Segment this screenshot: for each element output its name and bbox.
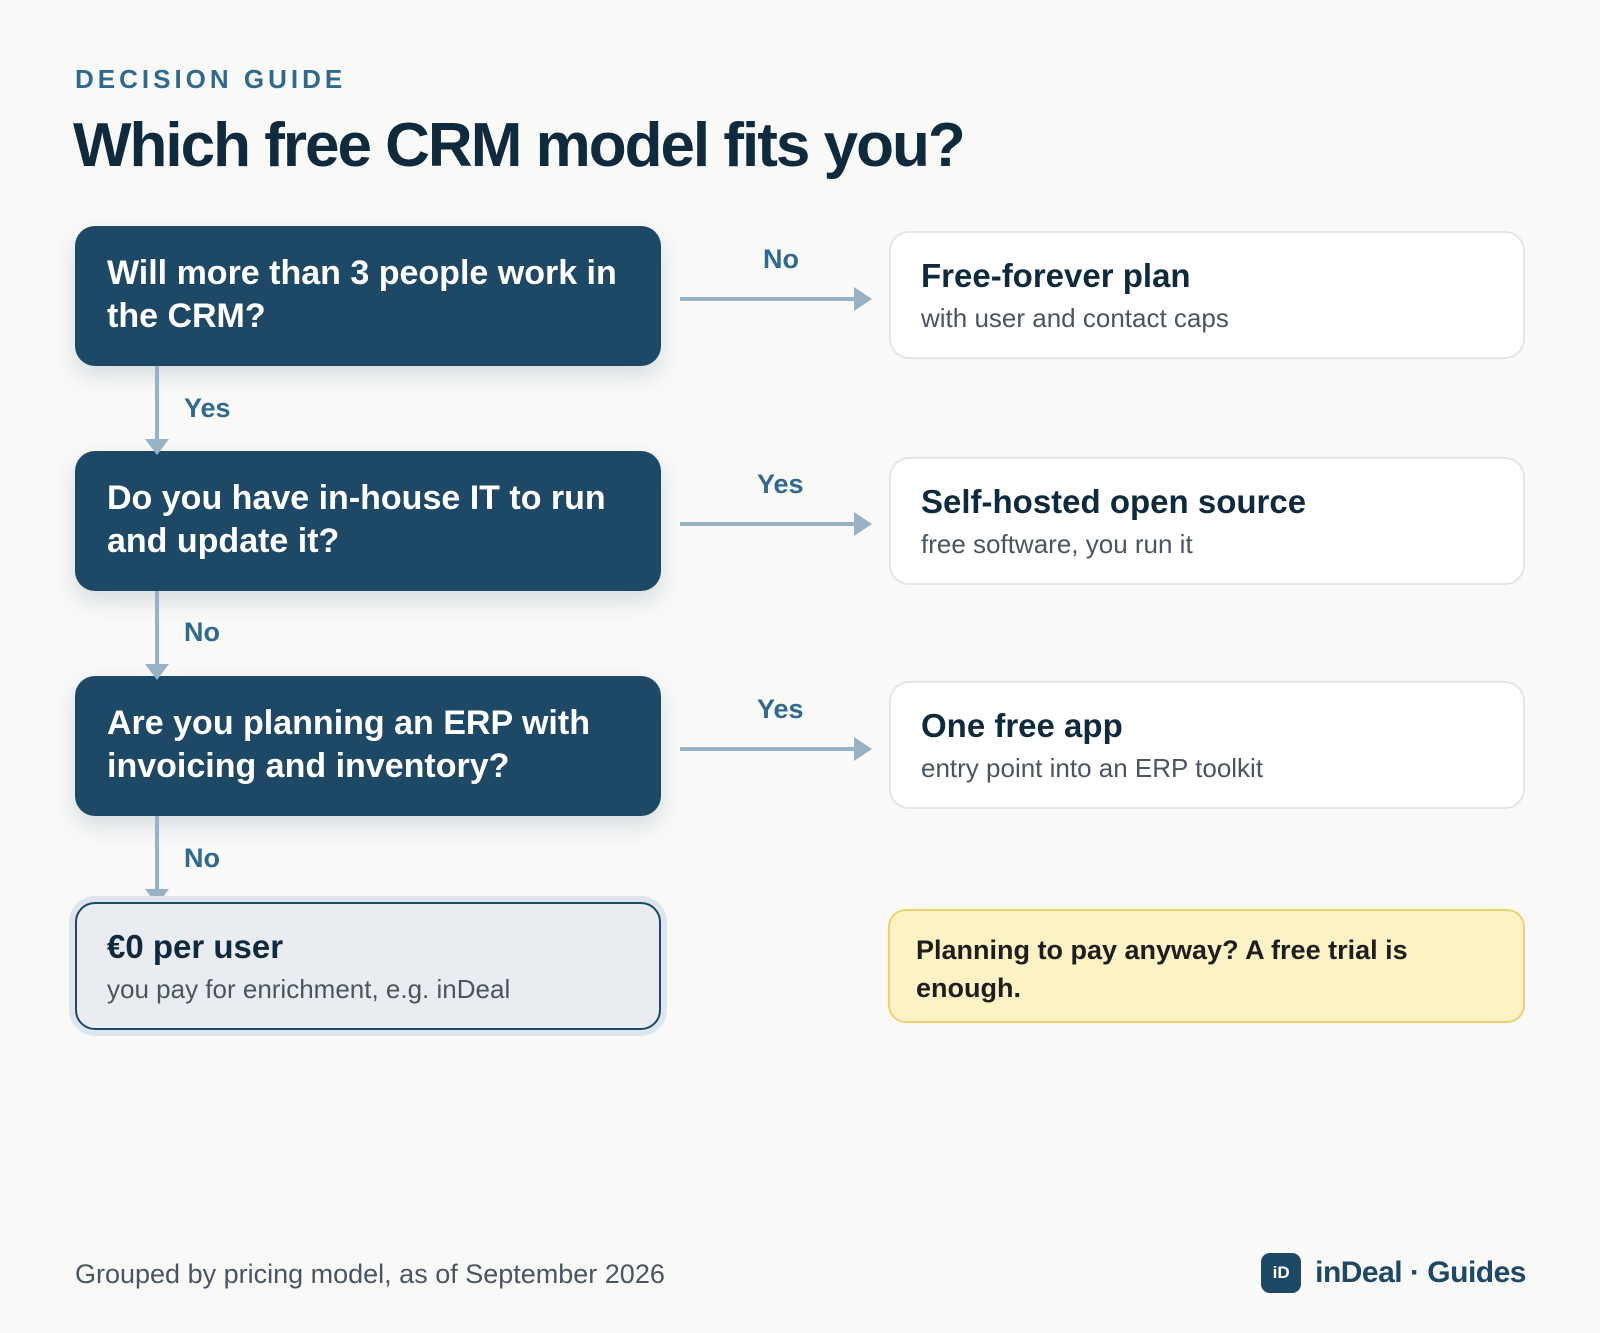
page-title: Which free CRM model fits you? (73, 111, 966, 180)
connector-q2-q3 (155, 591, 159, 664)
edge-label-q2-down: No (184, 617, 220, 647)
question-node-1: Will more than 3 people work in the CRM? (75, 226, 661, 366)
outcome-title: Self-hosted open source (921, 483, 1307, 520)
outcome-card-3: One free app entry point into an ERP too… (889, 681, 1525, 809)
question-node-2: Do you have in-house IT to run and updat… (75, 451, 661, 591)
connector-q2-outcome (680, 522, 856, 526)
arrowhead-right-icon (854, 512, 872, 536)
arrowhead-right-icon (854, 287, 872, 311)
question-node-3: Are you planning an ERP with invoicing a… (75, 676, 661, 816)
edge-label-q1-down: Yes (184, 393, 231, 423)
result-title: €0 per user (107, 928, 284, 965)
edge-label-q1-side: No (763, 244, 799, 274)
outcome-title: One free app (921, 707, 1123, 744)
edge-label-q3-side: Yes (757, 694, 804, 724)
outcome-card-2: Self-hosted open source free software, y… (889, 457, 1525, 585)
connector-q3-outcome (680, 747, 856, 751)
outcome-card-1: Free-forever plan with user and contact … (889, 231, 1525, 359)
connector-q3-result (155, 816, 159, 889)
arrowhead-right-icon (854, 737, 872, 761)
result-subtitle: you pay for enrichment, e.g. inDeal (107, 974, 511, 1004)
eyebrow: DECISION GUIDE (75, 64, 347, 94)
edge-label-q3-down: No (184, 843, 220, 873)
brand-logo-icon: iD (1261, 1253, 1302, 1293)
final-result-card: €0 per user you pay for enrichment, e.g.… (75, 902, 661, 1030)
arrowhead-down-icon (145, 664, 169, 680)
connector-q1-q2 (155, 366, 159, 439)
brand-block: iD inDeal · Guides (1261, 1253, 1526, 1293)
edge-label-q2-side: Yes (757, 469, 804, 499)
brand-name: inDeal · Guides (1315, 1256, 1526, 1289)
outcome-subtitle: with user and contact caps (921, 303, 1229, 333)
outcome-subtitle: free software, you run it (921, 529, 1193, 559)
footer-caption: Grouped by pricing model, as of Septembe… (75, 1259, 665, 1289)
arrowhead-down-icon (145, 439, 169, 455)
connector-q1-outcome (680, 297, 856, 301)
trial-note: Planning to pay anyway? A free trial is … (888, 909, 1525, 1023)
outcome-title: Free-forever plan (921, 257, 1191, 294)
outcome-subtitle: entry point into an ERP toolkit (921, 753, 1264, 783)
